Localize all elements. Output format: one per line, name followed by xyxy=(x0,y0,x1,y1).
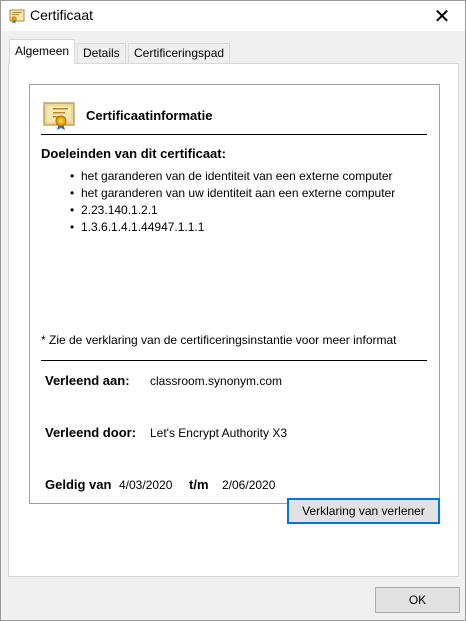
divider xyxy=(41,360,427,361)
purpose-item: het garanderen van uw identiteit aan een… xyxy=(70,185,395,202)
close-button[interactable]: ✕ xyxy=(419,1,465,31)
certificate-info-heading: Certificaatinformatie xyxy=(86,108,213,123)
purpose-item: het garanderen van de identiteit van een… xyxy=(70,168,395,185)
divider xyxy=(41,134,427,135)
tab-general[interactable]: Algemeen xyxy=(9,39,76,64)
certificate-dialog: Certificaat ✕ Algemeen Details Certifice… xyxy=(0,0,466,621)
valid-from-label: Geldig van xyxy=(45,477,112,492)
purpose-item: 2.23.140.1.2.1 xyxy=(70,202,395,219)
certificate-info-box: Certificaatinformatie Doeleinden van dit… xyxy=(29,84,440,504)
valid-from-value: 4/03/2020 xyxy=(119,478,173,492)
certificate-icon xyxy=(9,8,25,24)
tab-details[interactable]: Details xyxy=(77,43,126,63)
issuer-statement-button[interactable]: Verklaring van verlener xyxy=(287,498,440,524)
issued-by-value: Let's Encrypt Authority X3 xyxy=(150,426,288,440)
tab-certification-path[interactable]: Certificeringspad xyxy=(128,43,231,63)
purposes-title: Doeleinden van dit certificaat: xyxy=(41,146,226,161)
purpose-item: 1.3.6.1.4.1.44947.1.1.1 xyxy=(70,219,395,236)
issued-by-label: Verleend door: xyxy=(45,425,137,440)
issuer-statement-note: * Zie de verklaring van de certificering… xyxy=(41,333,397,347)
valid-to-label: t/m xyxy=(189,477,209,492)
window-title: Certificaat xyxy=(30,7,94,23)
ok-button[interactable]: OK xyxy=(375,587,460,613)
close-icon: ✕ xyxy=(433,5,451,28)
issued-to-value: classroom.synonym.com xyxy=(150,374,283,388)
valid-to-value: 2/06/2020 xyxy=(222,478,276,492)
title-bar: Certificaat ✕ xyxy=(1,1,465,31)
issued-to-label: Verleend aan: xyxy=(45,373,130,388)
tab-panel-general: Certificaatinformatie Doeleinden van dit… xyxy=(8,63,459,577)
purposes-list: het garanderen van de identiteit van een… xyxy=(70,168,395,236)
certificate-icon xyxy=(43,101,75,131)
